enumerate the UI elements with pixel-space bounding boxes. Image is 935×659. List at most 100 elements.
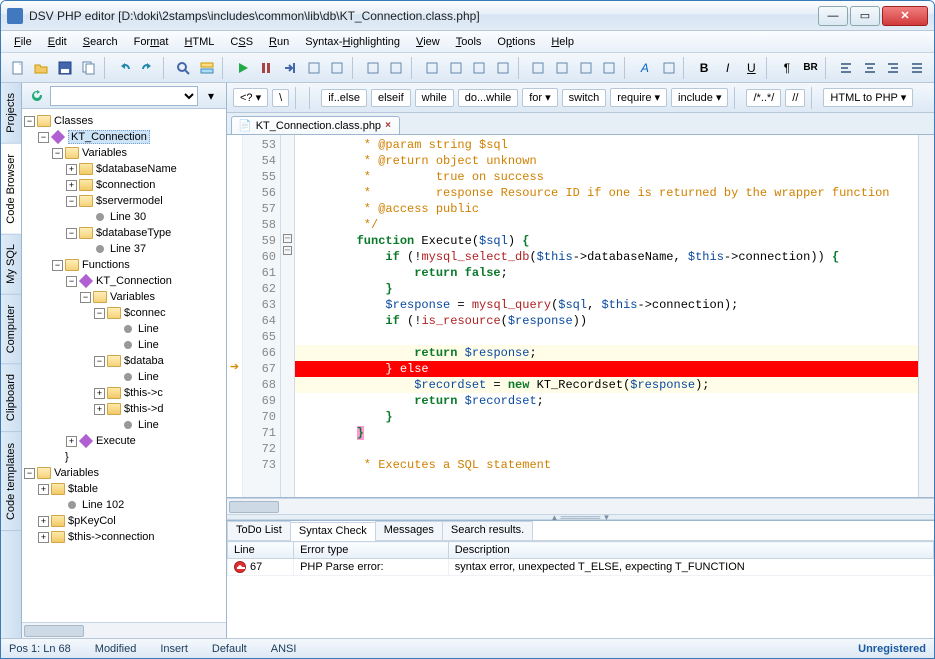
class-tree[interactable]: −Classes−KT_Connection−Variables+$databa… <box>22 109 226 622</box>
tree-node[interactable]: +$this->connection <box>24 529 224 545</box>
br-button[interactable]: BR <box>800 57 822 79</box>
bottom-tab-syntax-check[interactable]: Syntax Check <box>290 522 376 541</box>
find-button[interactable] <box>173 57 195 79</box>
file-tab[interactable]: 📄 KT_Connection.class.php × <box>231 116 400 134</box>
bottom-tab-todo-list[interactable]: ToDo List <box>227 521 291 540</box>
code-line[interactable]: if (!is_resource($response)) <box>295 313 918 329</box>
expander-icon[interactable]: − <box>52 260 63 271</box>
expander-icon[interactable]: − <box>66 276 77 287</box>
tree-node[interactable]: +$this->c <box>24 385 224 401</box>
tree-node[interactable]: −$connec <box>24 305 224 321</box>
underline-button[interactable]: U <box>741 57 763 79</box>
fold-gutter[interactable]: −− <box>281 135 295 497</box>
sidetab-clipboard[interactable]: Clipboard <box>1 364 21 432</box>
snippet-html-to-php[interactable]: HTML to PHP ▾ <box>823 88 913 107</box>
run-button[interactable] <box>232 57 254 79</box>
menu-options[interactable]: Options <box>490 34 542 50</box>
expander-icon[interactable]: − <box>66 196 77 207</box>
row-button[interactable] <box>599 57 621 79</box>
link-button[interactable] <box>445 57 467 79</box>
tree-node[interactable]: +$databaseName <box>24 161 224 177</box>
tag-button[interactable] <box>658 57 680 79</box>
code-line[interactable]: $recordset = new KT_Recordset($response)… <box>295 377 918 393</box>
expander-icon[interactable]: + <box>66 436 77 447</box>
menu-help[interactable]: Help <box>544 34 581 50</box>
snippet-if-else[interactable]: if..else <box>321 89 367 107</box>
tree-node[interactable]: } <box>24 449 224 465</box>
expander-icon[interactable]: + <box>38 484 49 495</box>
code-line[interactable]: * @return object unknown <box>295 153 918 169</box>
bookmark-gutter[interactable]: ➔ <box>227 135 243 497</box>
expander-icon[interactable]: − <box>94 308 105 319</box>
sidetab-computer[interactable]: Computer <box>1 295 21 364</box>
col-header[interactable]: Line <box>228 542 294 559</box>
menu-edit[interactable]: Edit <box>41 34 74 50</box>
code-line[interactable]: */ <box>295 217 918 233</box>
expander-icon[interactable]: + <box>38 532 49 543</box>
editor[interactable]: ➔ 53545556575859606162636465666768697071… <box>227 135 934 498</box>
pause-button[interactable] <box>255 57 277 79</box>
snippet-[interactable]: /*..*/ <box>746 89 781 107</box>
snippet-[interactable]: \ <box>272 89 289 107</box>
sidetab-my-sql[interactable]: My SQL <box>1 234 21 295</box>
redo-button[interactable] <box>137 57 159 79</box>
copy-button[interactable] <box>78 57 100 79</box>
code-line[interactable]: return false; <box>295 265 918 281</box>
menu-file[interactable]: File <box>7 34 39 50</box>
sidetab-code-browser[interactable]: Code Browser <box>1 144 21 235</box>
italic_a-button[interactable]: A <box>634 57 656 79</box>
snippet-[interactable]: <? ▾ <box>233 88 268 107</box>
expander-icon[interactable]: + <box>66 180 77 191</box>
tree-node[interactable]: −Classes <box>24 113 224 129</box>
ac-button[interactable] <box>859 57 881 79</box>
tree-node[interactable]: Line 37 <box>24 241 224 257</box>
bold-button[interactable]: B <box>693 57 715 79</box>
minimize-button[interactable]: — <box>818 6 848 26</box>
tree-node[interactable]: −Functions <box>24 257 224 273</box>
snippet-for[interactable]: for ▾ <box>522 88 557 107</box>
list-button[interactable] <box>528 57 550 79</box>
tree-node[interactable]: Line <box>24 337 224 353</box>
col-header[interactable]: Error type <box>294 542 449 559</box>
expander-icon[interactable]: − <box>52 148 63 159</box>
col-button[interactable] <box>575 57 597 79</box>
close-button[interactable]: ✕ <box>882 6 928 26</box>
save-button[interactable] <box>54 57 76 79</box>
tree-node[interactable]: +$connection <box>24 177 224 193</box>
col-header[interactable]: Description <box>448 542 933 559</box>
line-number-gutter[interactable]: 5354555657585960616263646566676869707172… <box>243 135 281 497</box>
menu-view[interactable]: View <box>409 34 447 50</box>
sidetab-projects[interactable]: Projects <box>1 83 21 144</box>
snippet-while[interactable]: while <box>415 89 454 107</box>
tree-node[interactable]: Line 102 <box>24 497 224 513</box>
tree-node[interactable]: −KT_Connection <box>24 273 224 289</box>
tree-node[interactable]: −$databa <box>24 353 224 369</box>
code-line[interactable] <box>295 441 918 457</box>
open-button[interactable] <box>31 57 53 79</box>
tree-hscroll[interactable] <box>22 622 226 638</box>
code-line[interactable]: return $response; <box>295 345 918 361</box>
tree-node[interactable]: +$pKeyCol <box>24 513 224 529</box>
tree-node[interactable]: −$databaseType <box>24 225 224 241</box>
code-line[interactable]: function Execute($sql) { <box>295 233 918 249</box>
expander-icon[interactable]: − <box>66 228 77 239</box>
menu-search[interactable]: Search <box>76 34 125 50</box>
para-button[interactable]: ¶ <box>776 57 798 79</box>
expander-icon[interactable]: − <box>24 468 35 479</box>
bottom-tab-messages[interactable]: Messages <box>375 521 443 540</box>
fold-toggle[interactable]: − <box>283 234 292 243</box>
snippet-switch[interactable]: switch <box>562 89 607 107</box>
table-button[interactable] <box>551 57 573 79</box>
replace-button[interactable] <box>196 57 218 79</box>
code-line[interactable]: } <box>295 425 918 441</box>
code-line[interactable]: * true on success <box>295 169 918 185</box>
expander-icon[interactable]: + <box>94 404 105 415</box>
expander-icon[interactable]: + <box>38 516 49 527</box>
bottom-tab-search-results-[interactable]: Search results. <box>442 521 533 540</box>
editor-vscroll[interactable] <box>918 135 934 497</box>
tree-node[interactable]: −Variables <box>24 145 224 161</box>
menu-tools[interactable]: Tools <box>449 34 489 50</box>
tree-node[interactable]: −KT_Connection <box>24 129 224 145</box>
code-line[interactable]: return $recordset; <box>295 393 918 409</box>
expander-icon[interactable]: − <box>80 292 91 303</box>
